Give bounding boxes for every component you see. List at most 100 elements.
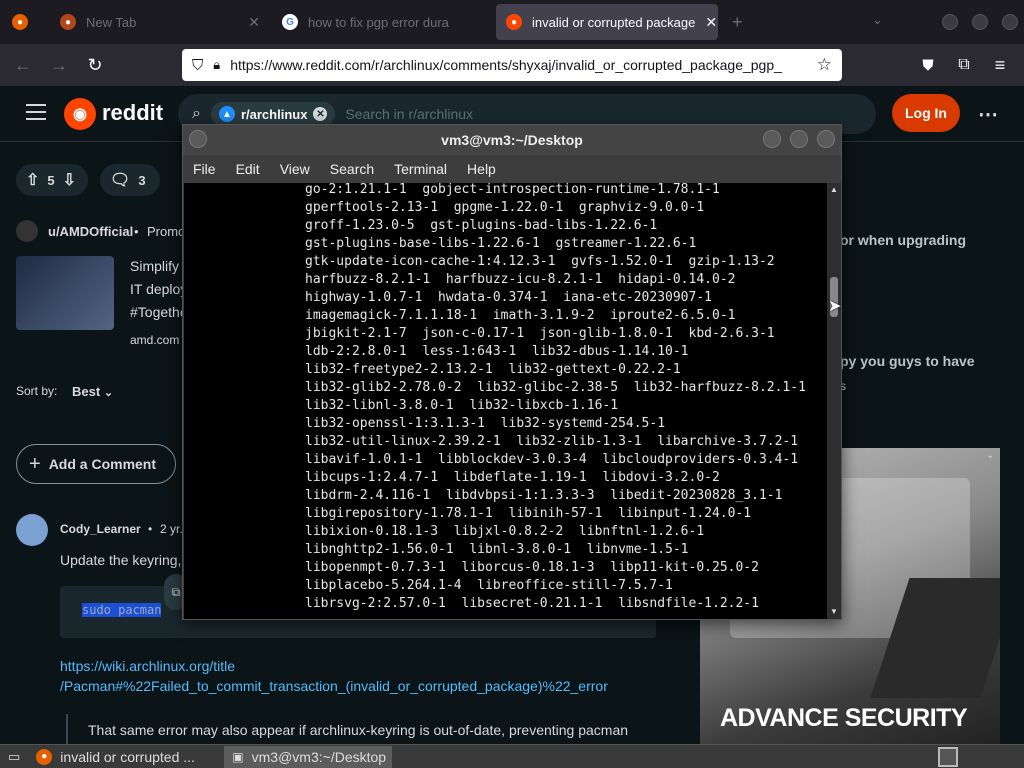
- vote-pill: ⇧ 5 ⇩: [16, 164, 88, 196]
- new-tab-button[interactable]: +: [732, 12, 743, 33]
- taskbar-item-label: vm3@vm3:~/Desktop: [251, 748, 387, 765]
- sort-dropdown[interactable]: Best ⌄: [72, 384, 113, 399]
- ad-headline: ADVANCE SECURITY: [720, 704, 968, 732]
- wiki-link[interactable]: https://wiki.archlinux.org/title: [60, 658, 235, 674]
- reload-icon[interactable]: ↻: [82, 52, 108, 78]
- more-options-icon[interactable]: ⋯: [978, 102, 998, 127]
- address-bar[interactable]: ⛉ 🔒︎ https://www.reddit.com/r/archlinux/…: [182, 49, 842, 81]
- vote-count: 5: [47, 172, 55, 188]
- downvote-icon[interactable]: ⇩: [63, 170, 76, 190]
- tab-new-tab[interactable]: ● New Tab ✕: [50, 4, 270, 40]
- archlinux-icon: ▲: [218, 106, 235, 122]
- browser-tab-bar: ● ● New Tab ✕ G how to fix pgp error dur…: [0, 0, 1024, 44]
- comment-author[interactable]: Cody_Learner: [60, 522, 141, 536]
- menu-help[interactable]: Help: [457, 161, 506, 177]
- terminal-line: libcups-1:2.4.7-1 libdeflate-1.19-1 libd…: [305, 470, 720, 485]
- workspace-switcher-icon[interactable]: [938, 747, 958, 767]
- terminal-line: imagemagick-7.1.1.18-1 imath-3.1.9-2 ipr…: [305, 308, 736, 323]
- upvote-icon[interactable]: ⇧: [26, 170, 39, 190]
- menu-terminal[interactable]: Terminal: [384, 161, 457, 177]
- terminal-line: libnghttp2-1.56.0-1 libnl-3.8.0-1 libnvm…: [305, 542, 689, 557]
- tab-label: invalid or corrupted package: [532, 14, 696, 30]
- mouse-cursor-icon: ➤: [828, 298, 842, 315]
- close-window-button[interactable]: [1002, 14, 1018, 30]
- tab-reddit-active[interactable]: ● invalid or corrupted package ✕: [496, 4, 718, 40]
- promo-domain[interactable]: amd.com: [130, 333, 179, 347]
- terminal-window-menu-button[interactable]: [189, 130, 207, 148]
- search-input[interactable]: Search in r/archlinux: [345, 106, 473, 122]
- bookmark-star-icon[interactable]: ☆: [817, 55, 832, 75]
- url-text[interactable]: https://www.reddit.com/r/archlinux/comme…: [230, 57, 790, 73]
- promo-text-line[interactable]: Simplify: [130, 258, 179, 274]
- menu-file[interactable]: File: [183, 161, 226, 177]
- promo-text-line[interactable]: #Togethe: [130, 304, 188, 320]
- quote-text: That same error may also appear if archl…: [88, 722, 629, 738]
- sidebar-snippet[interactable]: py you guys to have: [840, 353, 975, 369]
- wiki-link[interactable]: /Pacman#%22Failed_to_commit_transaction_…: [60, 678, 608, 694]
- comments-pill[interactable]: 🗨︎ 3: [100, 164, 160, 196]
- scroll-up-arrow-icon[interactable]: ▲: [830, 185, 838, 194]
- terminal-line: highway-1.0.7-1 hwdata-0.374-1 iana-etc-…: [305, 290, 712, 305]
- subreddit-chip-label: r/archlinux: [240, 106, 308, 122]
- login-button[interactable]: Log In: [892, 94, 960, 132]
- scroll-down-arrow-icon[interactable]: ▼: [830, 607, 838, 616]
- terminal-scrollbar[interactable]: ▲ ▼: [827, 183, 841, 619]
- terminal-close-button[interactable]: [817, 130, 835, 148]
- code-text[interactable]: sudo pacman: [82, 603, 162, 617]
- search-icon: ⌕: [192, 105, 201, 122]
- quote-bar: [66, 714, 68, 744]
- terminal-line: lib32-libnl-3.8.0-1 lib32-libxcb-1.16-1: [305, 398, 619, 413]
- pocket-icon[interactable]: ⛊: [915, 52, 941, 78]
- terminal-line: librsvg-2:2.57.0-1 libsecret-0.21.1-1 li…: [305, 596, 759, 611]
- desktop-icon: ▭: [8, 748, 21, 764]
- promo-text-line[interactable]: IT deploy: [130, 281, 187, 297]
- terminal-menubar: File Edit View Search Terminal Help: [183, 155, 841, 183]
- hamburger-menu-icon[interactable]: [26, 104, 46, 120]
- amd-avatar[interactable]: [16, 220, 38, 242]
- taskbar-show-desktop[interactable]: ▭: [0, 746, 28, 768]
- promo-thumbnail[interactable]: [16, 256, 114, 330]
- tab-list-chevron-icon[interactable]: ⌄: [872, 12, 883, 28]
- terminal-maximize-button[interactable]: [790, 130, 808, 148]
- firefox-icon: ●: [60, 14, 76, 30]
- reddit-wordmark[interactable]: reddit: [102, 100, 163, 126]
- promo-user[interactable]: u/AMDOfficial: [48, 224, 133, 239]
- terminal-titlebar[interactable]: vm3@vm3:~/Desktop: [183, 125, 841, 155]
- menu-search[interactable]: Search: [320, 161, 384, 177]
- firefox-menu-icon[interactable]: ●: [12, 14, 28, 30]
- minimize-button[interactable]: [942, 14, 958, 30]
- terminal-line: go-2:1.21.1-1 gobject-introspection-runt…: [305, 183, 720, 197]
- tab-label: how to fix pgp error dura: [308, 14, 449, 30]
- terminal-window: vm3@vm3:~/Desktop File Edit View Search …: [182, 124, 842, 620]
- close-icon[interactable]: ✕: [705, 14, 717, 31]
- remove-chip-icon[interactable]: ✕: [313, 107, 328, 121]
- sidebar-snippet[interactable]: or when upgrading: [840, 232, 966, 248]
- terminal-output[interactable]: go-2:1.21.1-1 gobject-introspection-runt…: [184, 183, 827, 619]
- terminal-line: lib32-freetype2-2.13.2-1 lib32-gettext-0…: [305, 362, 681, 377]
- taskbar: ▭ ● invalid or corrupted ... ▣ vm3@vm3:~…: [0, 744, 1024, 768]
- reddit-logo-icon[interactable]: ◉: [64, 98, 96, 130]
- tab-google-search[interactable]: G how to fix pgp error dura: [272, 4, 492, 40]
- close-icon[interactable]: ✕: [248, 14, 260, 31]
- ad-close-icon[interactable]: ⌄: [986, 450, 994, 461]
- lock-icon[interactable]: 🔒︎: [213, 57, 220, 73]
- menu-view[interactable]: View: [270, 161, 320, 177]
- terminal-minimize-button[interactable]: [763, 130, 781, 148]
- terminal-line: harfbuzz-8.2.1-1 harfbuzz-icu-8.2.1-1 hi…: [305, 272, 736, 287]
- menu-edit[interactable]: Edit: [226, 161, 270, 177]
- add-comment-button[interactable]: + Add a Comment: [16, 444, 176, 484]
- taskbar-item-terminal[interactable]: ▣ vm3@vm3:~/Desktop: [224, 745, 393, 768]
- terminal-line: gtk-update-icon-cache-1:4.12.3-1 gvfs-1.…: [305, 254, 775, 269]
- subreddit-chip[interactable]: ▲ r/archlinux ✕: [210, 102, 336, 126]
- terminal-line: lib32-glib2-2.78.0-2 lib32-glibc-2.38-5 …: [305, 380, 806, 395]
- forward-arrow-icon[interactable]: →: [46, 52, 72, 78]
- taskbar-item-firefox[interactable]: ● invalid or corrupted ...: [28, 746, 224, 768]
- menu-icon[interactable]: ≡: [987, 52, 1013, 78]
- taskbar-item-label: invalid or corrupted ...: [60, 748, 195, 765]
- shield-icon[interactable]: ⛉: [192, 57, 203, 74]
- back-arrow-icon[interactable]: ←: [10, 52, 36, 78]
- terminal-line: jbigkit-2.1-7 json-c-0.17-1 json-glib-1.…: [305, 326, 775, 341]
- avatar[interactable]: [16, 514, 48, 546]
- maximize-button[interactable]: [972, 14, 988, 30]
- extensions-icon[interactable]: ⧉: [951, 52, 977, 78]
